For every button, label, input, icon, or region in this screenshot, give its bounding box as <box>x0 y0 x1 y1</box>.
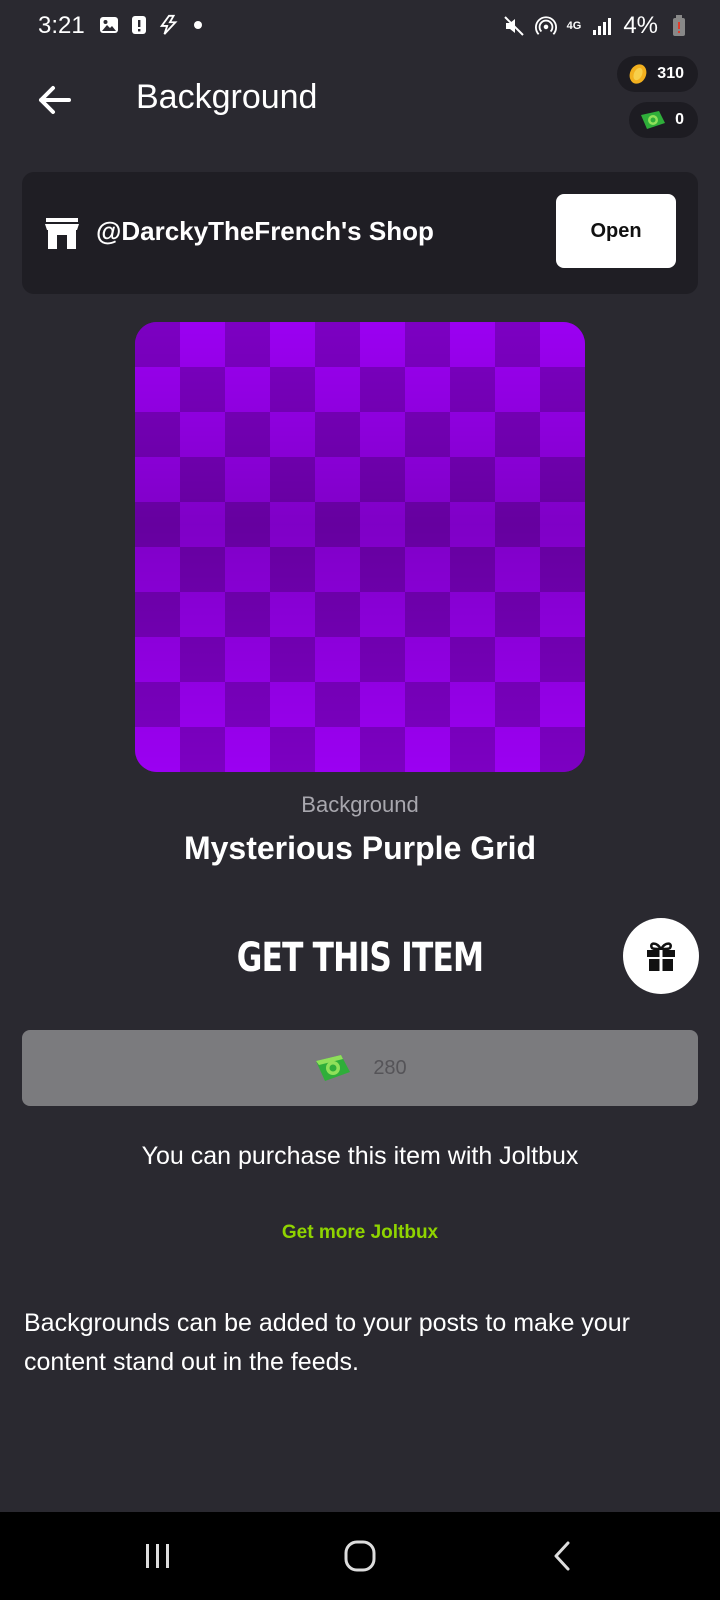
lightning-icon <box>158 14 180 36</box>
gift-button[interactable] <box>623 918 699 994</box>
grid-shading <box>135 322 585 772</box>
get-item-title: GET THIS ITEM <box>236 935 484 981</box>
status-time: 3:21 <box>38 12 85 39</box>
recent-apps-icon <box>146 1544 169 1568</box>
buy-with-joltbux-button[interactable]: 280 <box>22 1030 698 1106</box>
chevron-left-icon <box>554 1541 570 1571</box>
storefront-icon <box>44 216 80 250</box>
page-title: Background <box>136 78 318 116</box>
recent-apps-button[interactable] <box>128 1534 188 1578</box>
back-button[interactable] <box>32 78 76 122</box>
nav-back-button[interactable] <box>532 1534 592 1578</box>
joltbux-icon <box>641 111 666 129</box>
home-button[interactable] <box>330 1534 390 1578</box>
joltbux-amount: 0 <box>675 111 684 128</box>
joltbux-balance[interactable]: 0 <box>629 102 698 138</box>
mute-icon <box>503 15 525 37</box>
wallet-balances: 310 0 <box>617 56 698 138</box>
price-value: 280 <box>373 1056 407 1079</box>
shop-card: @DarckyTheFrench's Shop Open <box>22 172 698 294</box>
network-type: 4G <box>566 20 582 32</box>
hotspot-icon <box>534 15 557 37</box>
item-preview <box>135 322 585 772</box>
item-name: Mysterious Purple Grid <box>183 830 537 866</box>
battery-icon <box>668 15 690 37</box>
battery-percent: 4% <box>623 12 658 39</box>
purple-grid-preview <box>135 322 585 772</box>
get-more-joltbux-link[interactable]: Get more Joltbux <box>0 1222 720 1244</box>
signal-icon <box>591 15 613 37</box>
coin-icon <box>629 64 647 84</box>
gift-icon <box>647 942 675 971</box>
item-category: Background <box>301 792 419 817</box>
gallery-icon <box>98 14 120 36</box>
shop-name[interactable]: @DarckyTheFrench's Shop <box>96 216 434 247</box>
status-system-icons: 4G 4% <box>503 12 690 40</box>
alert-icon <box>128 14 150 36</box>
joltbux-icon <box>316 1055 351 1081</box>
purchase-note: You can purchase this item with Joltbux <box>141 1142 579 1170</box>
coin-amount: 310 <box>657 65 684 82</box>
status-bar: 3:21 4G 4% <box>0 0 720 54</box>
coin-balance[interactable]: 310 <box>617 56 698 92</box>
home-icon <box>344 1540 376 1572</box>
arrow-left-icon <box>39 86 71 114</box>
item-description: Backgrounds can be added to your posts t… <box>24 1309 630 1376</box>
system-nav-bar <box>0 1512 720 1600</box>
status-notification-icons <box>98 14 202 36</box>
notification-dot-icon <box>194 21 202 29</box>
open-shop-button[interactable]: Open <box>556 194 676 268</box>
